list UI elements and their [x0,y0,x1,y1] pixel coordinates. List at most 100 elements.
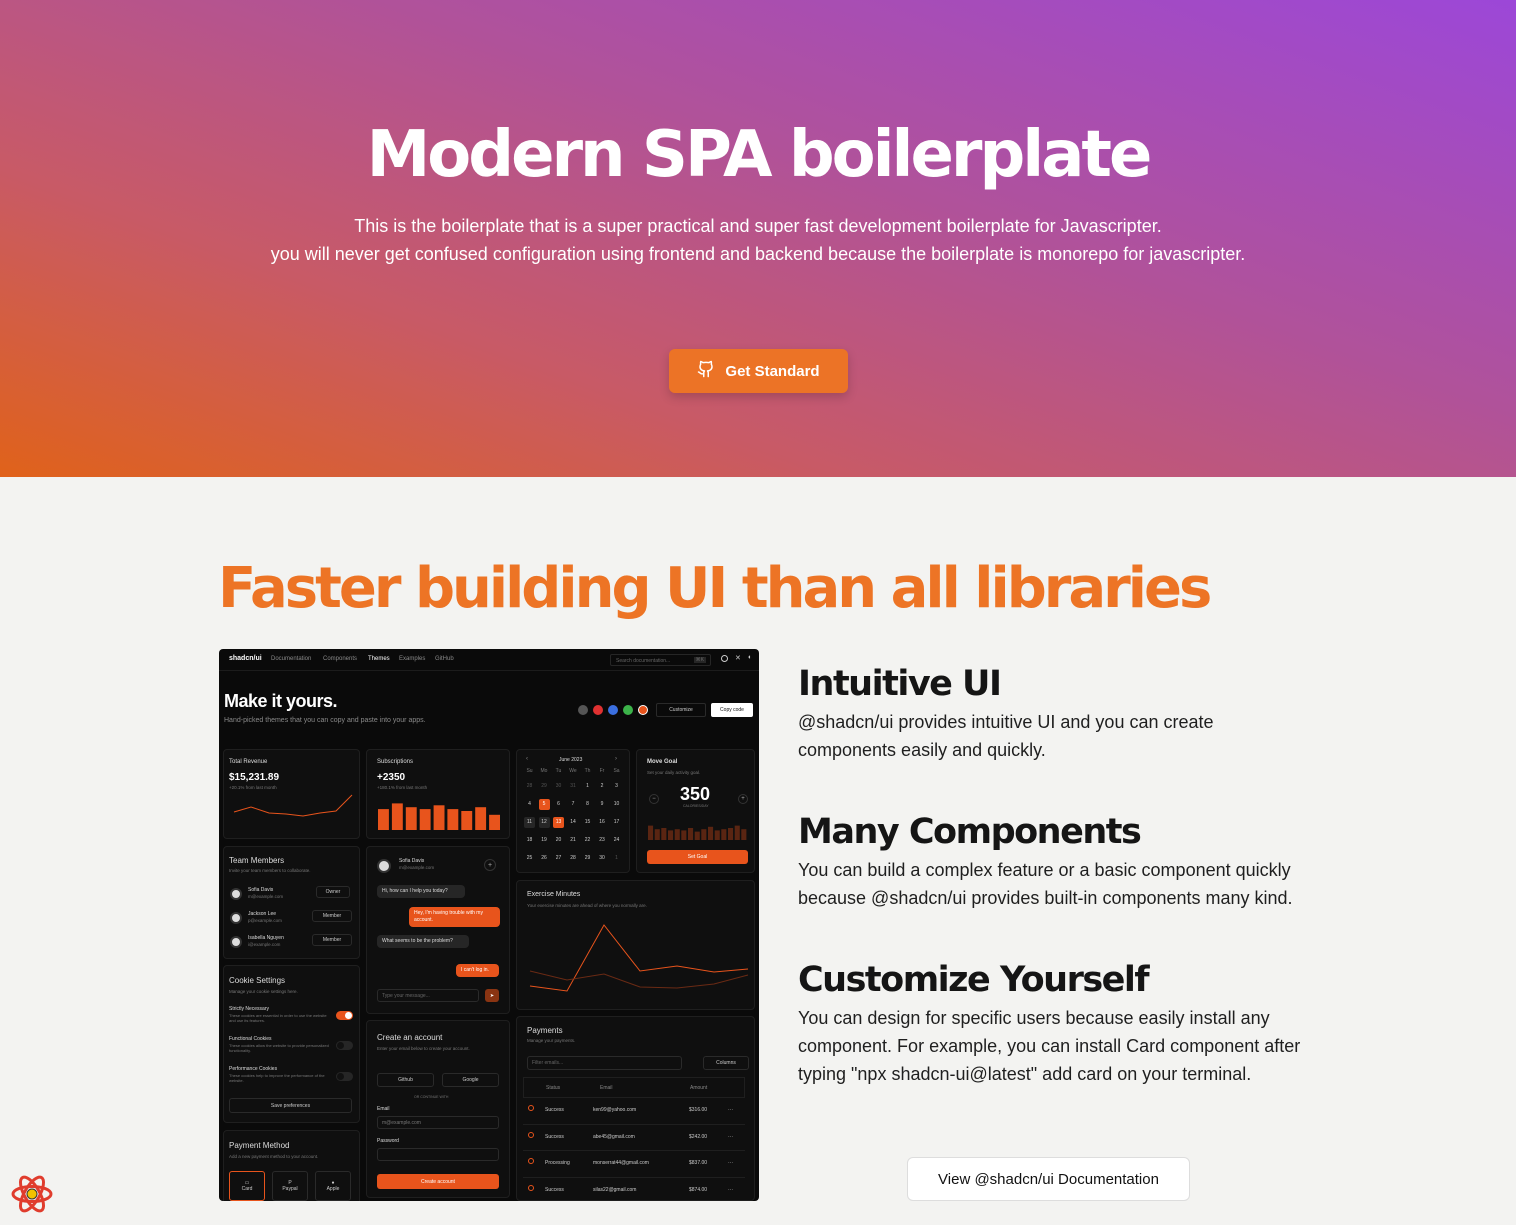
calendar-day: 9 [600,801,604,807]
mock-chat: Sofia Davis m@example.com + Hi, how can … [366,846,510,1014]
shadcn-preview-screenshot: shadcn/ui Documentation Components Theme… [219,649,759,1201]
calendar-day: 6 [557,801,560,807]
hero-title: Modern SPA boilerplate [366,118,1153,192]
subscriptions-bar [391,803,403,830]
mock-cookie-settings: Cookie Settings Manage your cookie setti… [223,965,360,1123]
mock-nav-themes: Themes [368,656,390,662]
calendar-weekday: Th [584,768,591,774]
payment-row: Success ken99@yahoo.com $316.00 ··· [523,1097,745,1121]
calendar-day: 30 [599,855,605,861]
calendar-day: 18 [526,837,533,843]
swatch-orange [638,705,648,715]
calendar-day: 20 [555,837,562,843]
subscriptions-bar [419,809,431,830]
subscriptions-bar [447,809,459,830]
calendar-day: 7 [571,801,575,807]
calendar-day: 26 [541,855,547,861]
calendar-day: 13 [553,817,564,828]
calendar-day: 12 [538,817,550,828]
subscriptions-bar [378,809,389,830]
calendar-day: 28 [570,855,576,861]
calendar-day: 10 [613,801,620,807]
mock-revenue-card: Total Revenue $15,231.89 +20.1% from las… [223,749,360,839]
calendar-day: 5 [538,799,550,810]
feature-text: @shadcn/ui provides intuitive UI and you… [798,712,1214,760]
subscriptions-bar [461,811,473,830]
calendar-day: 16 [599,819,605,825]
goal-bar [714,830,720,840]
calendar-day: 31 [570,783,576,789]
get-standard-button[interactable]: Get Standard [669,349,848,393]
calendar-weekday: We [569,768,577,774]
mock-create-account: Create an account Enter your email below… [366,1020,510,1198]
calendar-day: 30 [555,783,562,789]
hero-banner: Modern SPA boilerplate This is the boile… [0,0,1516,477]
mock-calendar-next: › [615,756,617,762]
calendar-day: 1 [586,783,589,789]
payment-row: Success silas22@gmail.com $874.00 ··· [523,1176,745,1201]
calendar-weekday: Tu [555,768,562,774]
calendar-day: 17 [613,819,620,825]
goal-bar [688,828,694,840]
payment-row: Success abe45@gmail.com $242.00 ··· [523,1123,745,1148]
mock-customize-button: Customize [656,703,706,717]
mock-nav-documentation: Documentation [271,656,312,662]
mock-subscriptions-bars [378,803,500,830]
subscriptions-bar [489,814,500,830]
view-docs-button[interactable]: View @shadcn/ui Documentation [907,1157,1190,1201]
goal-bar [721,829,727,840]
feature-title: Many Components [798,812,1142,852]
goal-bar [654,829,660,840]
mock-subscriptions-card: Subscriptions +2350 +180.1% from last mo… [366,749,510,839]
subscriptions-bar [475,807,487,830]
calendar-day: 4 [528,801,531,807]
calendar-day: 28 [526,783,533,789]
calendar-day: 8 [586,801,589,807]
mock-nav-components: Components [323,656,358,662]
calendar-weekday: Mo [540,768,548,774]
goal-bar [701,829,707,840]
mock-navbar: shadcn/ui Documentation Components Theme… [219,649,759,671]
feature-text: You can build a complex feature or a bas… [798,860,1293,908]
goal-bar [661,828,667,840]
mock-title: Make it yours. [224,691,338,711]
mock-nav-github: GitHub [435,656,454,662]
calendar-day: 21 [570,837,576,843]
section-title: Faster building UI than all libraries [218,556,1212,621]
goal-bar [708,826,714,840]
calendar-day: 11 [524,817,535,828]
calendar-day: 25 [526,855,533,861]
swatch-blue [608,705,618,715]
goal-bar [741,829,747,840]
mock-brand: shadcn/ui [229,655,262,662]
calendar-day: 27 [555,855,562,861]
calendar-day: 24 [613,837,620,843]
mock-nav-examples: Examples [399,656,426,662]
goal-bar [681,830,687,840]
mock-revenue-line [233,794,353,817]
mock-x-icon: ✕ [735,655,741,662]
mock-theme-icon: ◐ [748,654,753,661]
calendar-day: 14 [570,819,576,825]
calendar-weekday: Su [526,768,533,774]
calendar-day: 29 [584,855,591,861]
swatch-green [623,705,633,715]
mock-subtitle: Hand-picked themes that you can copy and… [224,717,426,724]
calendar-day: 23 [599,837,605,843]
feature-text: You can design for specific users becaus… [798,1008,1301,1084]
calendar-day: 19 [541,837,547,843]
mock-goal-bars [648,825,747,840]
mock-team-members: Team Members Invite your team members to… [223,846,360,959]
react-devtools-icon[interactable] [10,1172,54,1216]
hero-subtitle-line2: you will never get confused configuratio… [270,244,1246,264]
goal-bar [734,825,740,840]
mock-copy-code-button: Copy code [711,703,753,717]
feature-title: Intuitive UI [798,664,1002,704]
mock-github-icon [721,655,728,662]
mock-payments-table: Payments Manage your payments. Filter em… [516,1016,755,1201]
github-icon [697,360,715,382]
calendar-weekday: Sa [613,768,620,774]
goal-bar [694,831,700,840]
calendar-day: 1 [615,855,618,861]
mock-payment-method: Payment Method Add a new payment method … [223,1130,360,1201]
